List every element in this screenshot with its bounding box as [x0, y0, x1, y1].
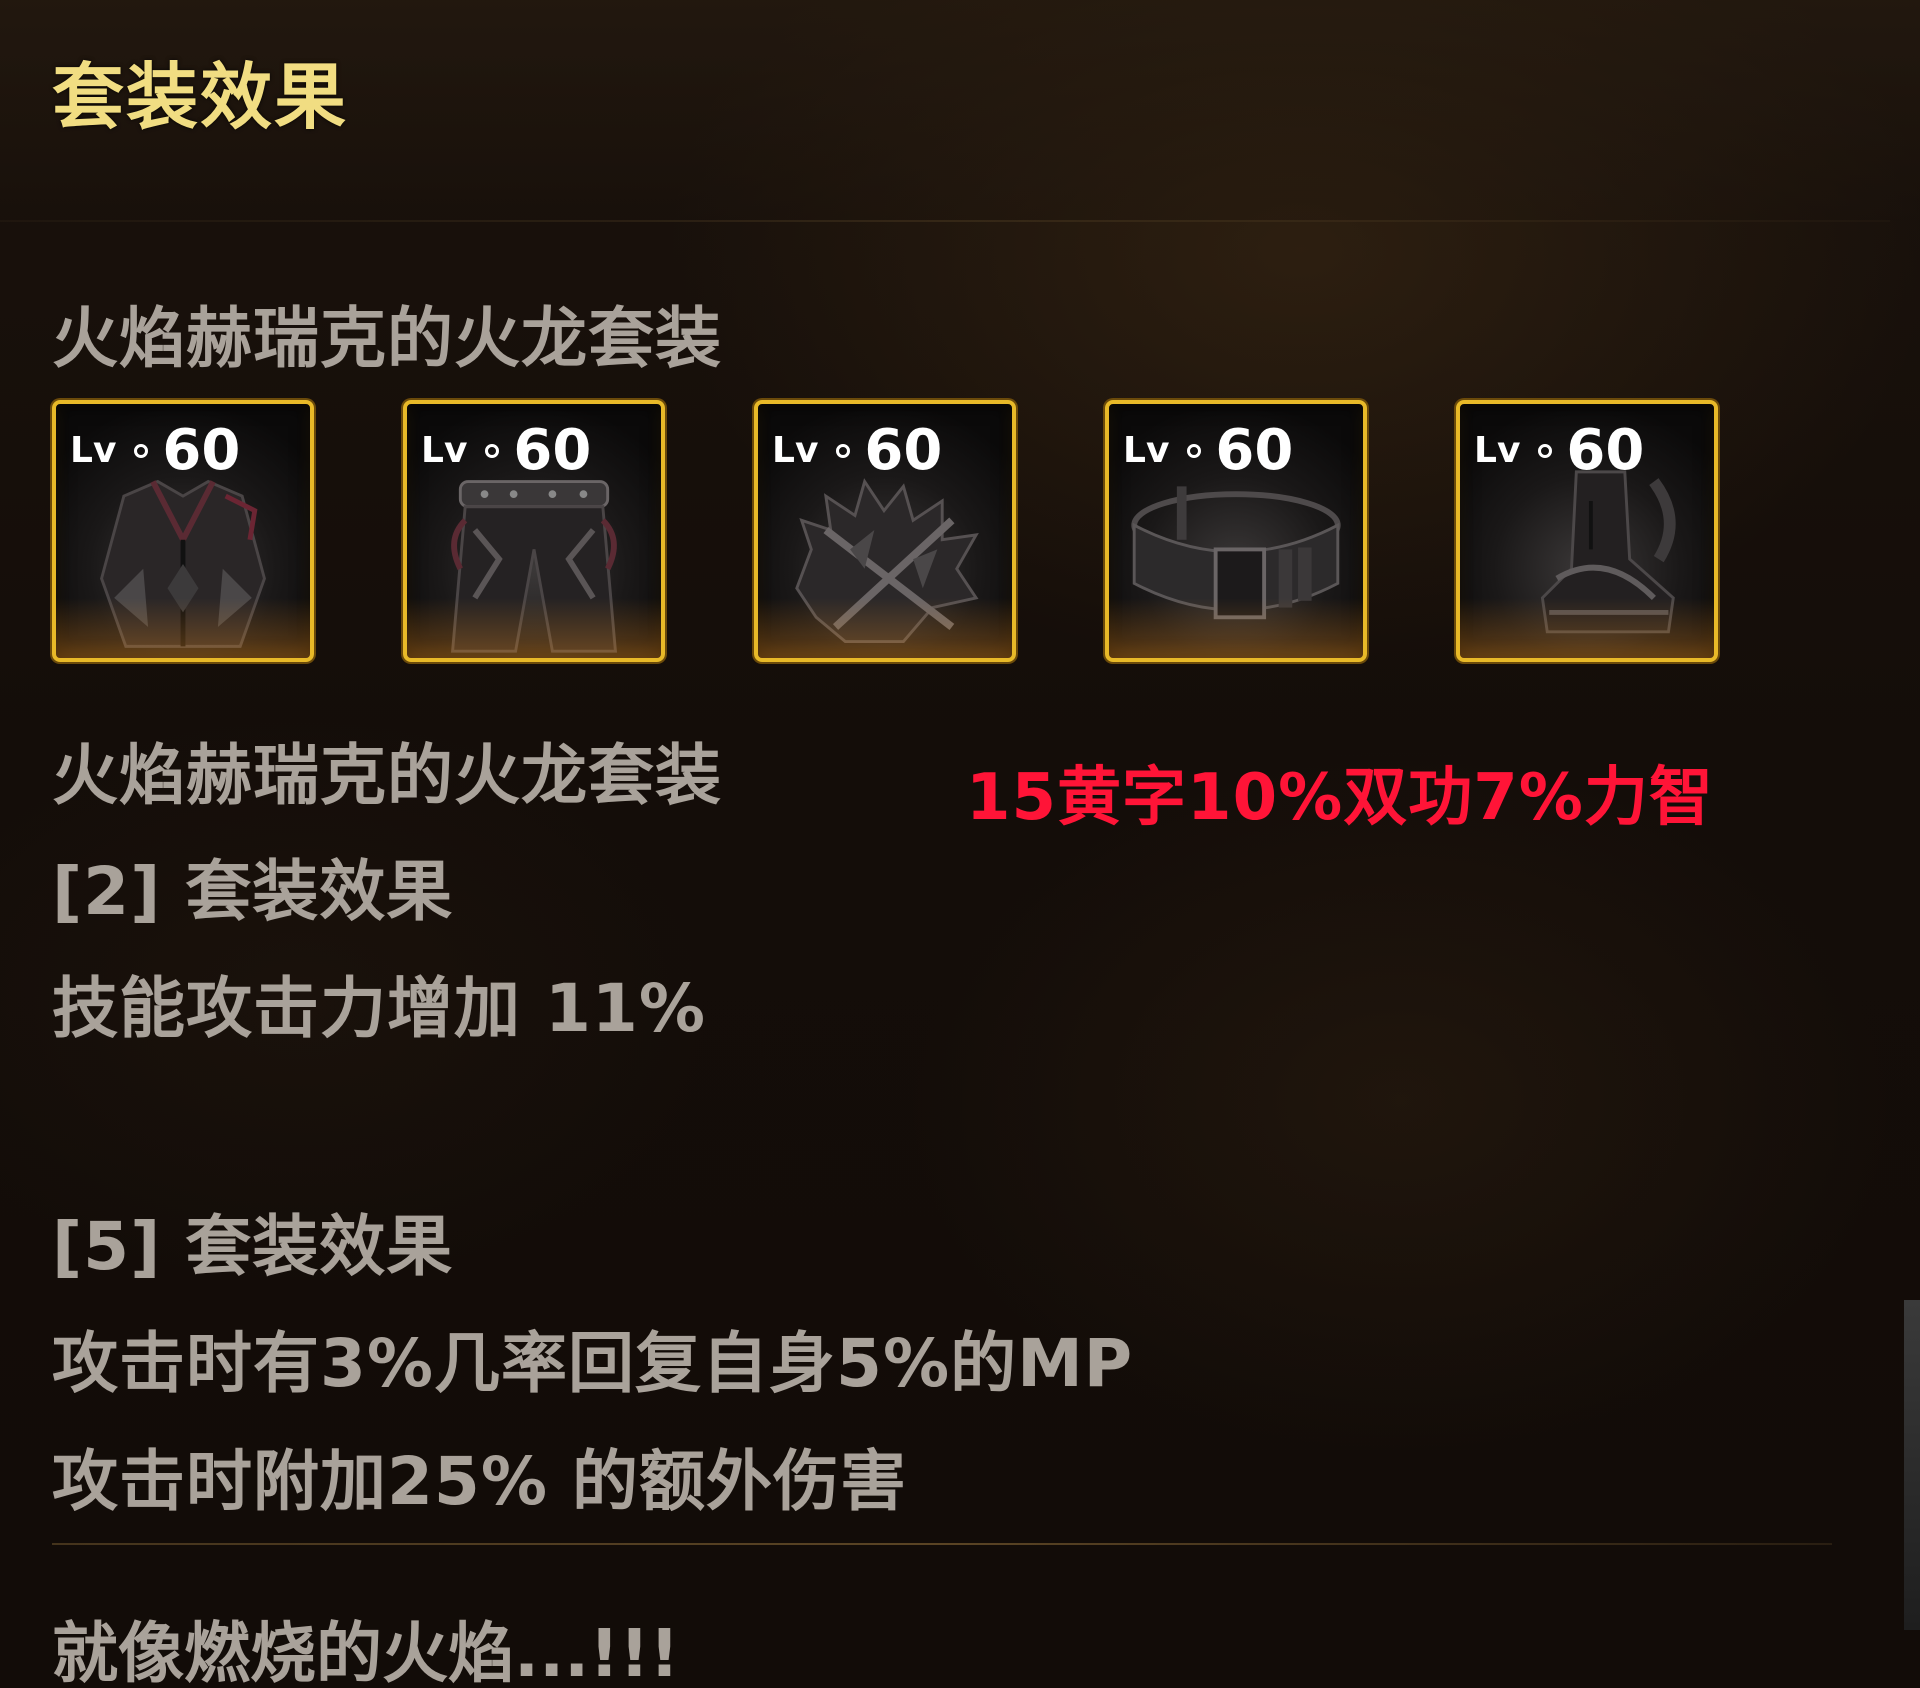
header-divider — [0, 220, 1890, 222]
equipment-slot-pants[interactable]: Lv 60 — [403, 400, 665, 662]
annotation-note: 15黄字10%双功7%力智 — [966, 761, 1714, 835]
item-level-label: Lv 60 — [421, 418, 592, 483]
set-name-heading: 火焰赫瑞克的火龙套装 — [52, 300, 722, 377]
panel-title: 套装效果 — [52, 55, 349, 139]
level-dot-icon — [485, 443, 500, 458]
level-dot-icon — [1187, 443, 1202, 458]
item-level-label: Lv 60 — [70, 418, 241, 483]
set-bonus-2-effect: 技能攻击力增加 11% — [52, 970, 706, 1047]
level-dot-icon — [1538, 443, 1553, 458]
item-level-label: Lv 60 — [1474, 418, 1645, 483]
scrollbar[interactable] — [1904, 1300, 1920, 1630]
footer-divider — [52, 1543, 1832, 1545]
item-level-label: Lv 60 — [1123, 418, 1294, 483]
set-bonus-2-title: [2] 套装效果 — [52, 853, 454, 930]
item-level-label: Lv 60 — [772, 418, 943, 483]
level-dot-icon — [134, 443, 149, 458]
equipment-slot-jacket[interactable]: Lv 60 — [52, 400, 314, 662]
set-bonus-5-effect-1: 攻击时有3%几率回复自身5%的MP — [52, 1325, 1134, 1402]
set-bonus-5-title: [5] 套装效果 — [52, 1208, 454, 1285]
equipment-slot-belt[interactable]: Lv 60 — [1105, 400, 1367, 662]
equipment-slot-shoulder[interactable]: Lv 60 — [754, 400, 1016, 662]
level-dot-icon — [836, 443, 851, 458]
set-bonus-5-effect-2: 攻击时附加25% 的额外伤害 — [52, 1443, 907, 1520]
equipment-slots: Lv 60 Lv 60 Lv 60 Lv 60 Lv 60 — [52, 400, 1732, 670]
set-name-label: 火焰赫瑞克的火龙套装 — [52, 737, 722, 814]
equipment-slot-boots[interactable]: Lv 60 — [1456, 400, 1718, 662]
flavor-text: 就像燃烧的火焰...!!! — [52, 1615, 680, 1688]
